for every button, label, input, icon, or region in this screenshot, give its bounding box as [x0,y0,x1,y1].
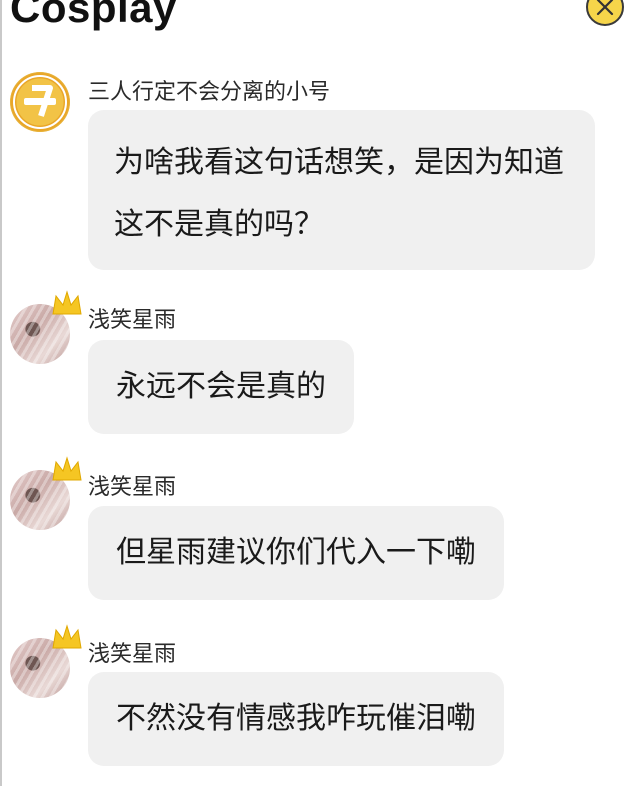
avatar-user-photo[interactable] [10,290,82,364]
crown-icon [52,290,82,315]
tfboys-logo-icon [13,75,67,129]
window-edge [0,0,2,786]
close-button[interactable] [586,0,624,26]
crown-icon [52,624,82,649]
sender-name: 三人行定不会分离的小号 [88,80,331,105]
message-bubble[interactable]: 永远不会是真的 [88,340,354,434]
avatar-tfboys-logo[interactable] [10,72,70,132]
close-x-icon [596,0,614,16]
page-title: Cosplay [10,0,177,31]
message-bubble[interactable]: 但星雨建议你们代入一下嘞 [88,506,504,600]
avatar-user-photo[interactable] [10,456,82,530]
message-bubble[interactable]: 不然没有情感我咋玩催泪嘞 [88,672,504,766]
sender-name: 浅笑星雨 [88,475,177,500]
crown-icon [52,456,82,481]
avatar-user-photo[interactable] [10,624,82,698]
message-bubble[interactable]: 为啥我看这句话想笑，是因为知道这不是真的吗？ [88,110,595,270]
sender-name: 浅笑星雨 [88,308,177,333]
sender-name: 浅笑星雨 [88,642,177,667]
